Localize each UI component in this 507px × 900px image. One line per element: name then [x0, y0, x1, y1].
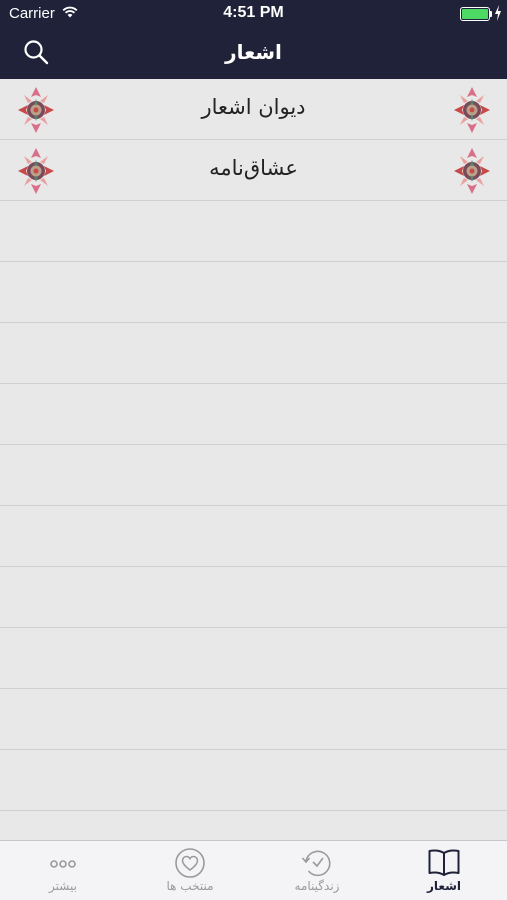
empty-row — [0, 445, 507, 506]
floral-ornament-icon — [452, 85, 492, 135]
tab-label-poems: اشعار — [426, 879, 462, 893]
history-icon — [301, 850, 331, 877]
tab-bar: بیشتر منتخب ها زندگینامه اشعار — [0, 840, 507, 900]
tab-favorites[interactable]: منتخب ها — [127, 841, 253, 900]
list-item-label: عشاق‌نامه — [209, 156, 298, 180]
list-item[interactable]: دیوان اشعار — [0, 79, 507, 140]
more-icon — [50, 860, 76, 868]
heart-icon — [175, 848, 205, 878]
empty-row — [0, 506, 507, 567]
clock: 4:51 PM — [223, 4, 284, 21]
tab-label-favorites: منتخب ها — [166, 879, 214, 893]
empty-row — [0, 750, 507, 811]
list-item-label: دیوان اشعار — [201, 95, 306, 119]
status-bar: Carrier 4:51 PM — [0, 0, 507, 28]
empty-row — [0, 201, 507, 262]
empty-row — [0, 323, 507, 384]
empty-row — [0, 567, 507, 628]
empty-row — [0, 811, 507, 840]
page-title: اشعار — [225, 40, 282, 64]
book-icon — [428, 849, 460, 876]
tab-poems[interactable]: اشعار — [381, 841, 507, 900]
tab-biography[interactable]: زندگینامه — [254, 841, 380, 900]
battery-icon — [460, 7, 490, 21]
header: Carrier 4:51 PM اشعار — [0, 0, 507, 79]
tab-more[interactable]: بیشتر — [0, 841, 126, 900]
empty-row — [0, 262, 507, 323]
empty-row — [0, 689, 507, 750]
empty-row — [0, 628, 507, 689]
battery-fill — [462, 9, 488, 19]
empty-row — [0, 384, 507, 445]
tab-label-more: بیشتر — [49, 879, 77, 893]
battery-cap — [490, 11, 492, 17]
list-item[interactable]: عشاق‌نامه — [0, 140, 507, 201]
tab-label-biography: زندگینامه — [294, 879, 340, 893]
charging-icon — [495, 5, 501, 21]
poem-list: دیوان اشعار عشاق‌نامه — [0, 79, 507, 840]
nav-bar: اشعار — [0, 28, 507, 79]
floral-ornament-icon — [452, 146, 492, 196]
